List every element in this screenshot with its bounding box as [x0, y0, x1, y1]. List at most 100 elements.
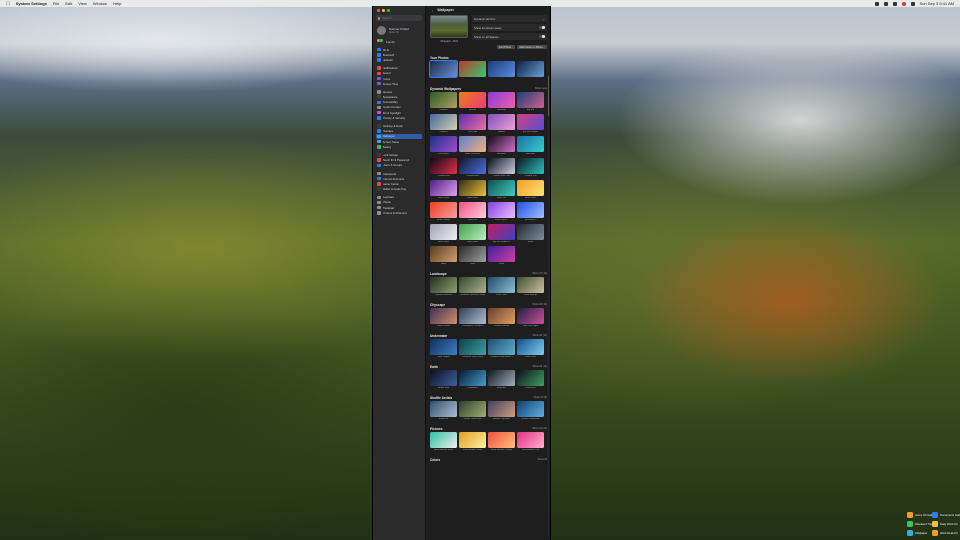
- show-all-button[interactable]: Show All (11): [532, 365, 547, 368]
- wallpaper-tile[interactable]: [517, 61, 544, 81]
- wallpaper-thumbnail[interactable]: [459, 401, 486, 418]
- wallpaper-tile[interactable]: Palau Jellyfish: [430, 339, 457, 359]
- wallpaper-tile[interactable]: Antarctica: [488, 370, 515, 390]
- wallpaper-thumbnail[interactable]: [430, 308, 457, 325]
- wallpaper-thumbnail[interactable]: [517, 136, 544, 153]
- wallpaper-thumbnail[interactable]: [430, 180, 457, 197]
- wallpaper-tile[interactable]: Hello Metallic Yellow: [459, 432, 486, 452]
- sidebar-item-desktop-dock[interactable]: Desktop & Dock: [376, 123, 422, 128]
- current-wallpaper-preview[interactable]: Vineyard - 16:9: [430, 15, 468, 43]
- wallpaper-tile[interactable]: Dome: [459, 246, 486, 266]
- wallpaper-tile[interactable]: Chroma Blue Dark: [488, 158, 515, 178]
- wallpaper-thumbnail[interactable]: [459, 136, 486, 153]
- wallpaper-tile[interactable]: Great Lakes: [488, 277, 515, 297]
- wallpaper-thumbnail[interactable]: [459, 61, 486, 78]
- wallpaper-thumbnail[interactable]: [488, 339, 515, 356]
- scrollbar[interactable]: [547, 16, 549, 536]
- apple-menu-icon[interactable]: : [6, 1, 10, 7]
- wallpaper-thumbnail[interactable]: [488, 224, 515, 241]
- wallpaper-tile[interactable]: Hello Pink: [459, 202, 486, 222]
- wallpaper-thumbnail[interactable]: [488, 180, 515, 197]
- wallpaper-tile[interactable]: Haze: [517, 224, 544, 244]
- wallpaper-thumbnail[interactable]: [517, 202, 544, 219]
- wallpaper-tile[interactable]: Shuffle Cityscape: [488, 401, 515, 421]
- menu-file[interactable]: File: [53, 1, 59, 6]
- menu-clock[interactable]: Sun Sep 3 9:41 AM: [920, 1, 954, 6]
- spotlight-icon[interactable]: [910, 1, 915, 6]
- wallpaper-thumbnail[interactable]: [430, 202, 457, 219]
- menu-app-name[interactable]: System Settings: [16, 1, 47, 6]
- option-toggle[interactable]: [539, 34, 545, 39]
- wallpaper-thumbnail[interactable]: [488, 432, 515, 449]
- wallpaper-tile[interactable]: Big Sur Graphic 2: [488, 224, 515, 244]
- wallpaper-thumbnail[interactable]: [459, 224, 486, 241]
- wallpaper-tile[interactable]: Hello Metallic Silver: [430, 432, 457, 452]
- chevron-down-icon[interactable]: ⌄: [543, 17, 545, 21]
- wallpaper-thumbnail[interactable]: [488, 308, 515, 325]
- wallpaper-tile[interactable]: Middle East: [430, 370, 457, 390]
- show-all-button[interactable]: Show All: [537, 458, 547, 461]
- wallpaper-thumbnail[interactable]: [430, 92, 457, 109]
- wallpaper-thumbnail[interactable]: [429, 60, 458, 79]
- sidebar-item-network[interactable]: Network: [376, 57, 422, 62]
- wallpaper-tile[interactable]: Hello Blue: [517, 136, 544, 156]
- wallpaper-thumbnail[interactable]: [488, 61, 515, 78]
- scrollbar-knob[interactable]: [547, 76, 549, 116]
- show-all-button[interactable]: Show All (22): [532, 427, 547, 430]
- wallpaper-thumbnail[interactable]: [430, 339, 457, 356]
- search-input[interactable]: [382, 15, 422, 21]
- menu-help[interactable]: Help: [113, 1, 121, 6]
- wallpaper-tile[interactable]: [517, 246, 544, 266]
- wallpaper-tile[interactable]: Hello Teal: [488, 180, 515, 200]
- wallpaper-tile[interactable]: Chroma Teal: [517, 158, 544, 178]
- wallpaper-tile[interactable]: Hello Orange: [430, 202, 457, 222]
- wallpaper-thumbnail[interactable]: [459, 158, 486, 175]
- wallpaper-thumbnail[interactable]: [488, 158, 515, 175]
- wallpaper-tile[interactable]: Los Angeles Overpass: [459, 308, 486, 328]
- wallpaper-tile[interactable]: Palau Coral: [517, 339, 544, 359]
- sidebar-item-general[interactable]: General: [376, 89, 422, 94]
- wallpaper-tile[interactable]: Dubai Skyline: [430, 308, 457, 328]
- wallpaper-thumbnail[interactable]: [488, 202, 515, 219]
- close-window-button[interactable]: [377, 9, 380, 12]
- wallpaper-thumbnail[interactable]: [488, 92, 515, 109]
- wallpaper-thumbnail[interactable]: [517, 308, 544, 325]
- desktop-widget[interactable]: Daily Work Kit: [932, 521, 958, 527]
- wallpaper-thumbnail[interactable]: [430, 432, 457, 449]
- sidebar-item-battery[interactable]: Battery: [376, 144, 422, 149]
- siri-icon[interactable]: [901, 1, 906, 6]
- desktop-widget[interactable]: Home Kit Gallery: [907, 512, 936, 518]
- desktop-widget[interactable]: Weekend Trip: [907, 521, 932, 527]
- control-center-icon[interactable]: [874, 1, 879, 6]
- wallpaper-tile[interactable]: Peak: [488, 246, 515, 266]
- battery-icon[interactable]: [892, 1, 897, 6]
- menu-window[interactable]: Window: [93, 1, 107, 6]
- wallpaper-tile[interactable]: [429, 60, 458, 81]
- wallpaper-tile[interactable]: The Cliffs: [459, 114, 486, 134]
- wallpaper-thumbnail[interactable]: [459, 246, 486, 263]
- wallpaper-tile[interactable]: London Evening: [488, 308, 515, 328]
- wallpaper-thumbnail[interactable]: [459, 180, 486, 197]
- wallpaper-thumbnail[interactable]: [517, 339, 544, 356]
- wallpaper-thumbnail[interactable]: [430, 136, 457, 153]
- wallpaper-thumbnail[interactable]: [517, 246, 544, 263]
- wallpaper-tile[interactable]: Hello Metallic Pink: [517, 432, 544, 452]
- wallpaper-tile[interactable]: Catalina: [430, 114, 457, 134]
- wallpaper-thumbnail[interactable]: [430, 401, 457, 418]
- wallpaper-thumbnail[interactable]: [459, 114, 486, 131]
- option-toggle[interactable]: [539, 25, 545, 30]
- wallpaper-tile[interactable]: Shuffle Underwater: [517, 401, 544, 421]
- wallpaper-thumbnail[interactable]: [459, 432, 486, 449]
- wallpaper-thumbnail[interactable]: [488, 246, 515, 263]
- desktop-widget[interactable]: Work Desk Kit: [932, 530, 958, 536]
- wallpaper-tile[interactable]: Monterey: [488, 92, 515, 112]
- sidebar-item-touch-id-password[interactable]: Touch ID & Password: [376, 158, 422, 163]
- menu-view[interactable]: View: [78, 1, 87, 6]
- sidebar-search[interactable]: [376, 15, 422, 21]
- wallpaper-thumbnail[interactable]: [488, 277, 515, 294]
- show-all-button[interactable]: Show All (12): [532, 272, 547, 275]
- sidebar-item-notifications[interactable]: Notifications: [376, 66, 422, 71]
- sidebar-item-lock-screen[interactable]: Lock Screen: [376, 152, 422, 157]
- wallpaper-thumbnail[interactable]: [430, 158, 457, 175]
- wallpaper-thumbnail[interactable]: [517, 432, 544, 449]
